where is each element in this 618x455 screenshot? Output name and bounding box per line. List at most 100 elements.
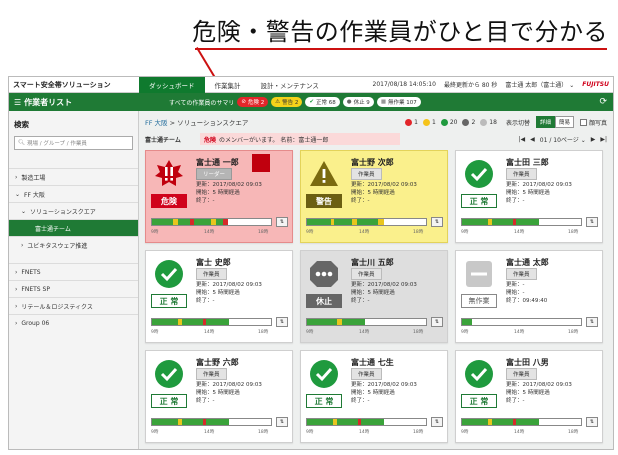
user-menu[interactable]: 富士通 太郎（富士通） ⌄	[505, 80, 574, 89]
breadcrumb-row: FF 大阪 > ソリューションスクエア 1 1 20 2 18 表示切替 詳細 簡易 顔写…	[145, 115, 607, 129]
update-label: 更新：	[506, 182, 523, 188]
sort-icon[interactable]: ⇅	[586, 317, 598, 327]
pill-warning[interactable]: ⚠ 警告 2	[271, 97, 303, 107]
pill-danger[interactable]: ⊘ 危険 2	[237, 97, 269, 107]
status-dot-icon	[480, 118, 488, 126]
timeline-label-start: 9時	[306, 330, 314, 335]
photo-checkbox[interactable]	[579, 118, 587, 126]
start-label: 開始：	[351, 190, 368, 196]
worker-role: 作業員	[351, 168, 382, 180]
timeline-segment	[307, 219, 331, 225]
tab-design-maintenance[interactable]: 設計・メンテナンス	[251, 77, 329, 93]
sidebar-item[interactable]: › 製造工場	[9, 168, 138, 185]
timeline-segment	[307, 319, 337, 325]
pill-off[interactable]: ■ 無作業 107	[376, 97, 421, 107]
end-value: 09:49:40	[522, 298, 548, 304]
sort-icon[interactable]: ⇅	[276, 217, 288, 227]
worker-info: 更新：2017/08/02 09:03 開始：5 時間経過 終了：-	[506, 381, 572, 405]
check-icon	[154, 359, 184, 389]
worker-info: 更新：2017/08/02 09:03 開始：5 時間経過 終了：-	[351, 381, 417, 405]
sort-icon[interactable]: ⇅	[586, 417, 598, 427]
sub-header: ☰ 作業者リスト すべての作業員のサマリ ⊘ 危険 2 ⚠ 警告 2 ✔ 正常 68 …	[9, 93, 613, 111]
pill-ok[interactable]: ✔ 正常 68	[305, 97, 340, 107]
pill-rest[interactable]: ● 休止 9	[342, 97, 374, 107]
view-simple-button[interactable]: 簡易	[554, 116, 574, 128]
start-label: 開始：	[196, 190, 213, 196]
timeline-label-end: 18時	[258, 230, 269, 235]
worker-name: 富士 史郎	[196, 258, 231, 267]
check-icon: ✔	[309, 99, 314, 105]
sidebar-item[interactable]: ⌄ ソリューションスクエア	[9, 202, 138, 219]
refresh-icon[interactable]: ⟳	[599, 97, 613, 107]
search-input[interactable]: 🔍︎ 現場 / グループ / 作業員	[14, 136, 133, 150]
worker-card[interactable]: 警告 富士野 次郎 作業員 更新：2017/08/02 09:03 開始：5 時間経過終…	[300, 150, 448, 243]
sidebar-item[interactable]: › リテール＆ロジスティクス	[9, 297, 138, 314]
sidebar-item[interactable]: › Group 06	[9, 314, 138, 331]
role-label: 作業員	[358, 372, 375, 378]
timeline-segment	[539, 419, 581, 425]
breadcrumb-site[interactable]: FF 大阪	[145, 119, 168, 127]
status-badge: 正 常	[461, 394, 497, 408]
status-count-value: 18	[489, 118, 497, 126]
end-row: 終了：-	[351, 397, 417, 405]
content-body: 検索 🔍︎ 現場 / グループ / 作業員 › 製造工場 ⌄ FF 大阪 ⌄ ソリューショ…	[9, 111, 613, 449]
activity-timeline	[306, 418, 427, 426]
photo-toggle[interactable]: 顔写真	[579, 118, 607, 127]
worker-card[interactable]: 正 常富士通 七生 作業員 更新：2017/08/02 09:03 開始：5 時間経過…	[300, 350, 448, 443]
sidebar-item[interactable]: › FNETS SP	[9, 280, 138, 297]
pager-first[interactable]: |◀	[519, 136, 526, 143]
timeline-label-mid: 14時	[359, 330, 370, 335]
highlight-marker	[252, 154, 270, 172]
sort-icon[interactable]: ⇅	[431, 417, 443, 427]
start-row: 開始：5 時間経過	[196, 289, 262, 297]
sidebar-item[interactable]: › FNETS	[9, 263, 138, 280]
worker-card[interactable]: 正 常富士野 六郎 作業員 更新：2017/08/02 09:03 開始：5 時間経過…	[145, 350, 293, 443]
sidebar-item[interactable]: › ユビキタスウェア推進	[9, 236, 138, 253]
pager-next[interactable]: ▶	[591, 136, 596, 143]
end-row: 終了：-	[351, 297, 417, 305]
tab-work-summary[interactable]: 作業集計	[205, 77, 251, 93]
update-value: 2017/08/02 09:03	[367, 282, 417, 288]
tab-dashboard[interactable]: ダッシュボード	[139, 77, 205, 93]
worker-card[interactable]: 正 常富士田 八男 作業員 更新：2017/08/02 09:03 開始：5 時間経過…	[455, 350, 603, 443]
sort-icon[interactable]: ⇅	[431, 317, 443, 327]
sort-icon[interactable]: ⇅	[276, 317, 288, 327]
worker-role: 作業員	[196, 368, 227, 380]
worker-card[interactable]: 正 常富士田 三郎 作業員 更新：2017/08/02 09:03 開始：5 時間経過…	[455, 150, 603, 243]
status-dot-icon	[405, 118, 413, 126]
timeline-segment	[515, 219, 540, 225]
sidebar-item[interactable]: ⌄ FF 大阪	[9, 185, 138, 202]
worker-role: 作業員	[506, 268, 537, 280]
update-value: 2017/08/02 09:03	[212, 382, 262, 388]
sidebar-item-label: Group 06	[21, 319, 50, 327]
worker-card[interactable]: 危険 富士通 一郎 リーダー 更新：2017/08/02 09:03 開始：5 時間経過…	[145, 150, 293, 243]
pager-select[interactable]: 01 / 10ページ ⌄	[540, 135, 586, 144]
sort-icon[interactable]: ⇅	[276, 417, 288, 427]
minus-icon: ■	[380, 99, 387, 105]
pager-prev[interactable]: ◀	[530, 136, 535, 143]
sort-icon[interactable]: ⇅	[431, 217, 443, 227]
view-detail-button[interactable]: 詳細	[535, 116, 555, 128]
status-badge: 休止	[306, 294, 342, 308]
check-icon	[309, 359, 339, 389]
status-dot-icon	[440, 118, 448, 126]
timeline-segment	[462, 319, 472, 325]
pager-last[interactable]: ▶|	[600, 136, 607, 143]
end-label: 終了：	[506, 398, 523, 404]
pill-rest-label: 休止 9	[353, 100, 370, 106]
status-count-value: 20	[449, 118, 458, 126]
status-count: 20	[440, 118, 458, 126]
sort-icon[interactable]: ⇅	[586, 217, 598, 227]
chevron-right-icon: ›	[15, 302, 18, 310]
start-value: 5 時間経過	[522, 190, 550, 196]
chevron-right-icon: ›	[15, 319, 18, 327]
timeline-segment	[205, 319, 230, 325]
worker-card[interactable]: 休止 富士川 五郎 作業員 更新：2017/08/02 09:03 開始：5 時間経過終…	[300, 250, 448, 343]
worker-card[interactable]: 無作業 富士通 太郎 作業員 更新：- 開始：- 終了：09:49:40 9時 14時 18時 ⇅	[455, 250, 603, 343]
worker-card[interactable]: 正 常富士 史郎 作業員 更新：2017/08/02 09:03 開始：5 時間経過終…	[145, 250, 293, 343]
end-value: -	[367, 398, 370, 404]
activity-timeline	[461, 418, 582, 426]
timeline-label-mid: 14時	[204, 230, 215, 235]
sidebar-item[interactable]: 富士通チーム	[9, 219, 138, 236]
end-value: -	[212, 298, 215, 304]
